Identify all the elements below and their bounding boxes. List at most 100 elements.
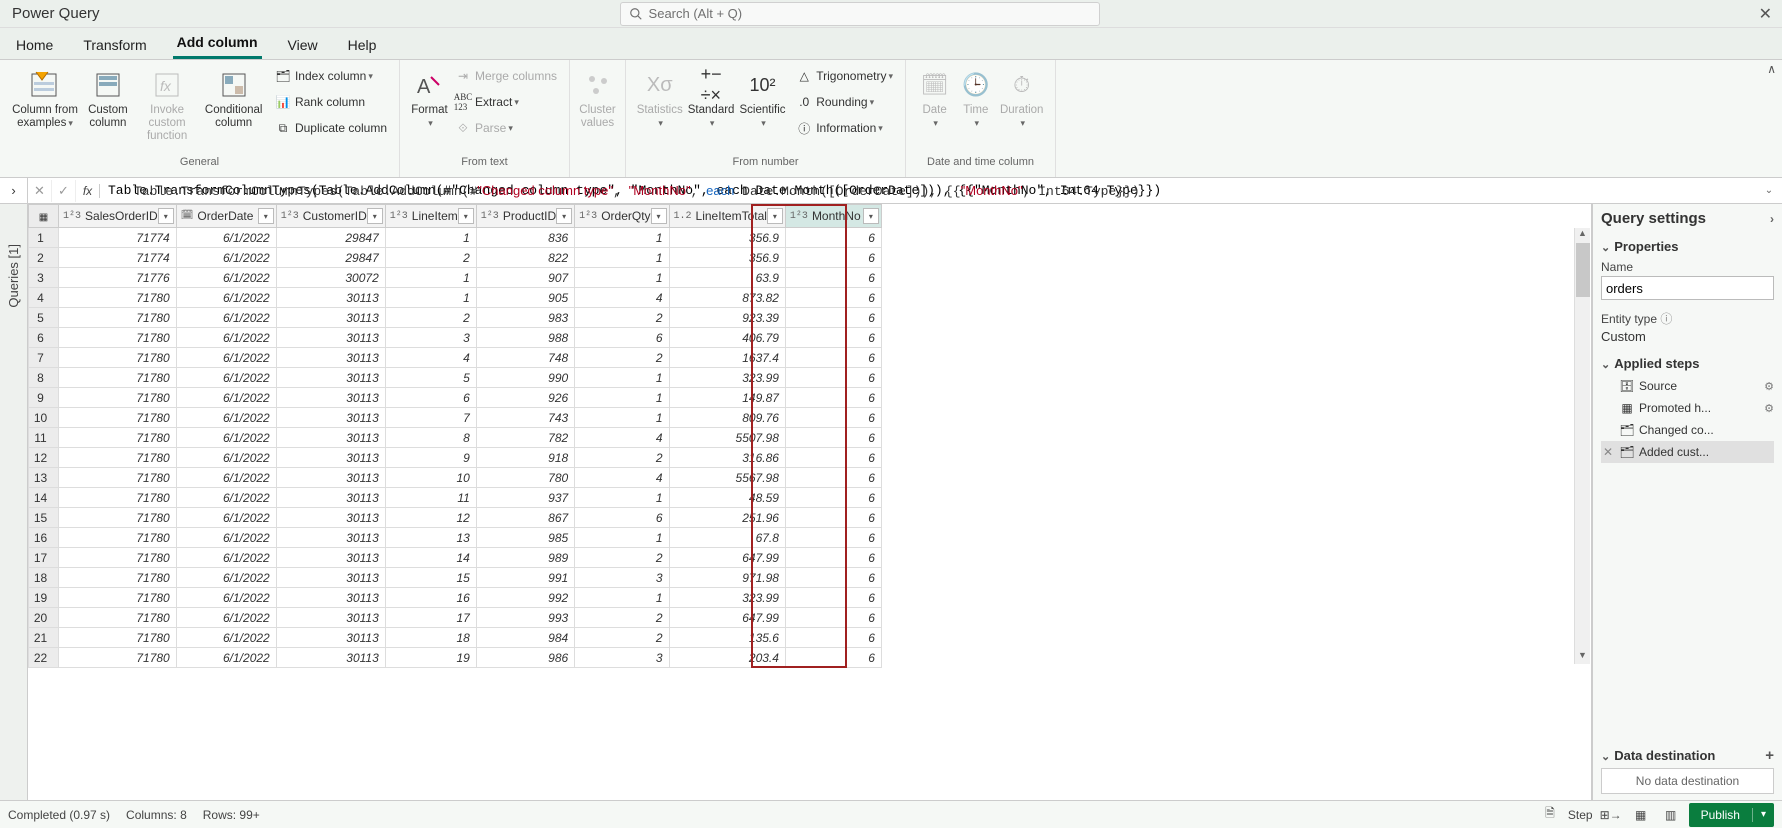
type-icon[interactable]: 1²3: [577, 211, 599, 222]
cell[interactable]: 67.8: [669, 528, 785, 548]
cell[interactable]: 17: [385, 608, 476, 628]
cell[interactable]: 6/1/2022: [176, 328, 276, 348]
row-header-corner[interactable]: ▦: [29, 205, 59, 228]
cell[interactable]: 6: [385, 388, 476, 408]
column-header-LineItemTotal[interactable]: 1.2LineItemTotal▾: [669, 205, 785, 228]
column-header-SalesOrderID[interactable]: 1²3SalesOrderID▾: [59, 205, 177, 228]
cell[interactable]: 406.79: [669, 328, 785, 348]
cell[interactable]: 19: [385, 648, 476, 668]
cell[interactable]: 6: [575, 328, 669, 348]
cell[interactable]: 71774: [59, 248, 177, 268]
row-number[interactable]: 1: [29, 228, 59, 248]
cell[interactable]: 149.87: [669, 388, 785, 408]
cell[interactable]: 71780: [59, 588, 177, 608]
custom-column-button[interactable]: Custom column: [82, 64, 134, 154]
tab-transform[interactable]: Transform: [79, 31, 150, 59]
applied-step[interactable]: 🗄Source⚙: [1601, 375, 1774, 397]
cell[interactable]: 780: [476, 468, 574, 488]
cell[interactable]: 2: [575, 448, 669, 468]
cell[interactable]: 6: [785, 408, 881, 428]
cell[interactable]: 1637.4: [669, 348, 785, 368]
cell[interactable]: 18: [385, 628, 476, 648]
cell[interactable]: 989: [476, 548, 574, 568]
cell[interactable]: 6/1/2022: [176, 408, 276, 428]
cell[interactable]: 4: [575, 468, 669, 488]
cell[interactable]: 1: [575, 408, 669, 428]
scientific-button[interactable]: 10² Scientific▾: [737, 64, 788, 154]
column-filter-button[interactable]: ▾: [258, 208, 274, 224]
cell[interactable]: 3: [575, 568, 669, 588]
row-number[interactable]: 8: [29, 368, 59, 388]
rounding-button[interactable]: .0Rounding▾: [792, 90, 897, 114]
scroll-up-arrow[interactable]: ▲: [1575, 228, 1590, 242]
row-number[interactable]: 2: [29, 248, 59, 268]
properties-section-header[interactable]: Properties: [1601, 239, 1774, 254]
data-destination-header[interactable]: Data destination: [1601, 748, 1715, 763]
column-filter-button[interactable]: ▾: [158, 208, 174, 224]
column-filter-button[interactable]: ▾: [458, 208, 474, 224]
cell[interactable]: 5: [385, 368, 476, 388]
cell[interactable]: 30113: [276, 568, 385, 588]
cell[interactable]: 984: [476, 628, 574, 648]
cell[interactable]: 1: [575, 528, 669, 548]
cell[interactable]: 71780: [59, 288, 177, 308]
column-header-ProductID[interactable]: 1²3ProductID▾: [476, 205, 574, 228]
chevron-down-icon[interactable]: ▾: [1753, 809, 1774, 820]
cell[interactable]: 6/1/2022: [176, 268, 276, 288]
cell[interactable]: 6/1/2022: [176, 648, 276, 668]
applied-step[interactable]: 🗂Changed co...: [1601, 419, 1774, 441]
tab-view[interactable]: View: [284, 31, 322, 59]
cell[interactable]: 6/1/2022: [176, 388, 276, 408]
row-number[interactable]: 14: [29, 488, 59, 508]
formula-expand-button[interactable]: ⌄: [1756, 185, 1782, 196]
cell[interactable]: 8: [385, 428, 476, 448]
row-number[interactable]: 6: [29, 328, 59, 348]
cell[interactable]: 71780: [59, 548, 177, 568]
cell[interactable]: 647.99: [669, 548, 785, 568]
extract-button[interactable]: ABC123Extract▾: [451, 90, 561, 114]
cell[interactable]: 2: [575, 608, 669, 628]
cell[interactable]: 1: [385, 288, 476, 308]
cell[interactable]: 1: [575, 248, 669, 268]
tab-add-column[interactable]: Add column: [173, 28, 262, 59]
cell[interactable]: 3: [385, 328, 476, 348]
cell[interactable]: 1: [385, 268, 476, 288]
column-header-MonthNo[interactable]: 1²3MonthNo▾: [785, 205, 881, 228]
cell[interactable]: 6/1/2022: [176, 528, 276, 548]
info-icon[interactable]: ⓘ: [1660, 312, 1672, 326]
cell[interactable]: 14: [385, 548, 476, 568]
ribbon-collapse-button[interactable]: ∧: [1767, 62, 1776, 76]
type-icon[interactable]: 1²3: [388, 211, 410, 222]
type-icon[interactable]: 🗓: [179, 210, 196, 222]
column-header-OrderDate[interactable]: 🗓OrderDate▾: [176, 205, 276, 228]
formula-cancel-button[interactable]: ✕: [28, 180, 52, 202]
cell[interactable]: 5567.98: [669, 468, 785, 488]
column-header-CustomerID[interactable]: 1²3CustomerID▾: [276, 205, 385, 228]
type-icon[interactable]: 1.2: [672, 211, 694, 222]
cell[interactable]: 29847: [276, 228, 385, 248]
cell[interactable]: 71776: [59, 268, 177, 288]
cell[interactable]: 30113: [276, 388, 385, 408]
cell[interactable]: 985: [476, 528, 574, 548]
cell[interactable]: 30113: [276, 488, 385, 508]
cell[interactable]: 923.39: [669, 308, 785, 328]
cell[interactable]: 6: [575, 508, 669, 528]
cell[interactable]: 6: [785, 488, 881, 508]
cell[interactable]: 30072: [276, 268, 385, 288]
row-number[interactable]: 17: [29, 548, 59, 568]
cell[interactable]: 6/1/2022: [176, 448, 276, 468]
gear-icon[interactable]: ⚙: [1764, 380, 1774, 393]
cell[interactable]: 30113: [276, 588, 385, 608]
column-header-LineItem[interactable]: 1²3LineItem▾: [385, 205, 476, 228]
cell[interactable]: 71780: [59, 348, 177, 368]
cell[interactable]: 15: [385, 568, 476, 588]
type-icon[interactable]: 1²3: [788, 211, 810, 222]
vertical-scrollbar[interactable]: ▲ ▼: [1574, 228, 1590, 664]
cell[interactable]: 71780: [59, 488, 177, 508]
cell[interactable]: 30113: [276, 468, 385, 488]
step-view-button[interactable]: 🗎: [1538, 804, 1562, 826]
duplicate-column-button[interactable]: ⧉Duplicate column: [271, 116, 391, 140]
cell[interactable]: 6: [785, 568, 881, 588]
cell[interactable]: 71780: [59, 608, 177, 628]
type-icon[interactable]: 1²3: [479, 211, 501, 222]
